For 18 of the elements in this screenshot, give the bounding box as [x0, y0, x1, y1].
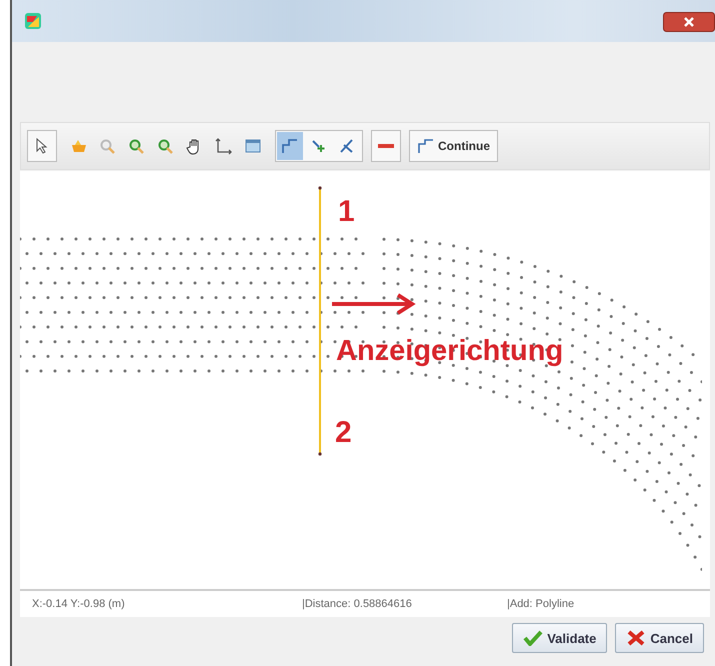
marker-label: 1 — [338, 195, 355, 228]
cancel-button[interactable]: Cancel — [615, 623, 704, 653]
validate-button[interactable]: Validate — [512, 623, 608, 653]
marker-label: 2 — [335, 416, 352, 449]
app-icon — [24, 12, 42, 30]
cross-icon — [626, 630, 646, 646]
polyline-icon — [417, 138, 435, 154]
close-icon[interactable] — [663, 12, 715, 32]
status-text: X:-0.14 Y:-0.98 (m) — [32, 598, 126, 610]
axes-icon — [214, 137, 234, 155]
minus-icon — [378, 144, 394, 148]
continue-button[interactable]: Continue — [411, 132, 496, 160]
window-icon — [243, 137, 263, 155]
polyline-icon — [280, 137, 300, 155]
status-text: |Add: Polyline — [507, 598, 574, 610]
polyline-tool[interactable] — [277, 132, 303, 160]
status-text: |Distance: 0.58864616 — [302, 598, 413, 610]
check-icon — [523, 630, 544, 646]
